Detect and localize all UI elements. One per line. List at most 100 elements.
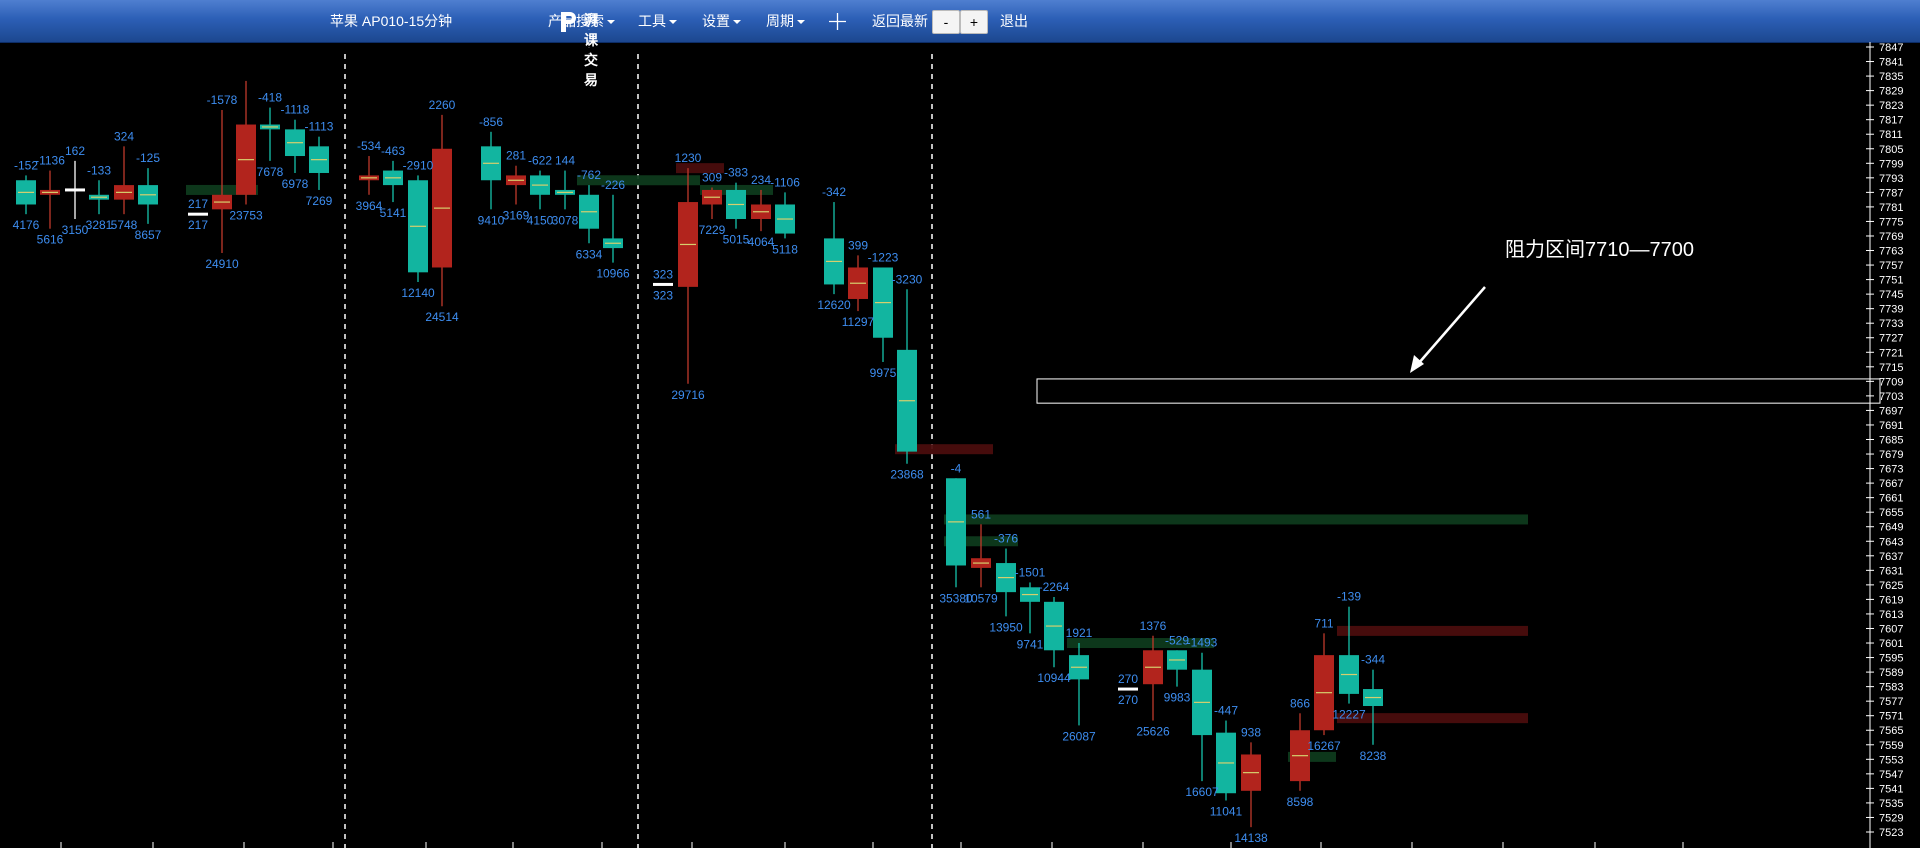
price-tick-label: 7679: [1879, 449, 1903, 461]
crosshair-icon[interactable]: [829, 13, 846, 30]
bar-label-bottom: 23753: [229, 208, 263, 222]
bar-label-top: -1136: [35, 154, 65, 168]
bar-label-top: 144: [555, 154, 575, 168]
time-axis-ticks: [60, 842, 1684, 848]
bar-label-top: -4: [951, 461, 962, 475]
bar-label-bottom: 12620: [817, 298, 851, 312]
bar-label-bottom: 11041: [1210, 805, 1243, 819]
bar-label-top: 938: [1241, 725, 1261, 739]
price-tick-label: 7613: [1879, 609, 1903, 621]
bar-label-top: -133: [87, 163, 111, 177]
bar-label-bottom: 16607: [1185, 785, 1219, 799]
bar-label-bottom: 10966: [596, 267, 630, 281]
price-tick-label: 7829: [1879, 86, 1903, 98]
price-tick-label: 7721: [1879, 347, 1903, 359]
bar-label-bottom: 5748: [111, 218, 138, 232]
bar-label-bottom: 6334: [576, 247, 603, 261]
menu-tools[interactable]: 工具: [638, 0, 677, 42]
back-latest-button[interactable]: 返回最新: [872, 0, 928, 42]
bar-label-bottom: 270: [1118, 693, 1138, 707]
bar-label-top: 217: [188, 197, 208, 211]
bar-label-bottom: 11297: [842, 315, 875, 329]
bar-label-bottom: 3281: [86, 218, 113, 232]
bar-label-bottom: 9410: [478, 213, 505, 227]
bar-label-bottom: 5141: [380, 206, 407, 220]
bar-label-bottom: 9975: [870, 366, 897, 380]
exit-button[interactable]: 退出: [1000, 0, 1028, 42]
bar-label-bottom: 13950: [989, 620, 1023, 634]
price-tick-label: 7553: [1879, 754, 1903, 766]
price-tick-label: 7631: [1879, 565, 1903, 577]
zoom-out-button[interactable]: -: [932, 10, 960, 34]
bar-label-bottom: 23868: [890, 468, 924, 482]
bar-label-bottom: 4064: [748, 235, 775, 249]
bar-label-bottom: 12140: [401, 286, 435, 300]
price-tick-label: 7751: [1879, 275, 1903, 287]
resistance-zone: 阻力区间7710—7700: [1036, 238, 1881, 404]
price-axis: 7847 7841 7835 7829 7823 7817 7811 7805 7799 7793…: [1866, 42, 1903, 848]
bar-label-top: 1921: [1066, 626, 1093, 640]
price-tick-label: 7523: [1879, 827, 1903, 839]
price-tick-label: 7841: [1879, 57, 1903, 69]
bar-label-bottom: 3964: [356, 199, 383, 213]
price-tick-label: 7727: [1879, 333, 1903, 345]
candlestick-chart[interactable]: -1524176-113656161623150-13332813245748-…: [0, 42, 1920, 848]
bar-label-top: -418: [258, 91, 282, 105]
price-tick-label: 7595: [1879, 653, 1903, 665]
price-tick-label: 7589: [1879, 667, 1903, 679]
volume-zone: [1337, 625, 1528, 636]
menu-product-search[interactable]: 产品搜索: [548, 0, 615, 42]
price-tick-label: 7625: [1879, 580, 1903, 592]
bar-label-bottom: 6978: [282, 177, 309, 191]
bar-label-top: -344: [1361, 653, 1385, 667]
bar-label-top: -383: [724, 166, 748, 180]
price-tick-label: 7529: [1879, 812, 1903, 824]
price-tick-label: 7571: [1879, 711, 1903, 723]
bar-label-top: 324: [114, 129, 134, 143]
bar-label-top: 1376: [1140, 619, 1167, 633]
price-tick-label: 7565: [1879, 725, 1903, 737]
annotation-text: 阻力区间7710—7700: [1505, 238, 1694, 261]
zoom-in-button[interactable]: +: [960, 10, 988, 34]
bar-label-top: -534: [357, 139, 381, 153]
price-tick-label: 7769: [1879, 231, 1903, 243]
bar-label-bottom: 24910: [205, 257, 239, 271]
bar-label-top: -342: [822, 185, 846, 199]
price-tick-label: 7673: [1879, 464, 1903, 476]
bar-label-bottom: 16267: [1307, 739, 1341, 753]
chevron-down-icon: [733, 20, 741, 25]
price-tick-label: 7655: [1879, 507, 1903, 519]
menu-settings[interactable]: 设置: [702, 0, 741, 42]
bar-label-bottom: 7269: [306, 194, 333, 208]
bar-label-top: -226: [601, 178, 625, 192]
bar-label-bottom: 3169: [503, 208, 530, 222]
bar-label-bottom: 5616: [37, 233, 64, 247]
bar-label-top: -762: [577, 168, 601, 182]
price-tick-label: 7805: [1879, 144, 1903, 156]
bar-label-bottom: 217: [188, 218, 208, 232]
price-tick-label: 7793: [1879, 173, 1903, 185]
bar-label-top: -1118: [281, 103, 310, 117]
annotation-arrow: [1417, 286, 1486, 365]
bar-label-top: 234: [751, 173, 771, 187]
price-tick-label: 7697: [1879, 405, 1903, 417]
price-tick-label: 7577: [1879, 696, 1903, 708]
bar-label-top: 2260: [429, 98, 456, 112]
menu-period[interactable]: 周期: [766, 0, 805, 42]
price-tick-label: 7763: [1879, 246, 1903, 258]
top-toolbar: 苹果 AP010-15分钟 湃课交易 · · · · · 产品搜索 工具 设置 …: [0, 0, 1920, 88]
price-tick-label: 7607: [1879, 623, 1903, 635]
bar-label-top: -1113: [305, 120, 334, 134]
bar-label-top: -2910: [403, 158, 434, 172]
price-tick-label: 7691: [1879, 420, 1903, 432]
bar-label-bottom: 10944: [1037, 671, 1071, 685]
bar-label-bottom: 9983: [1164, 691, 1191, 705]
bar-label-top: 1230: [675, 151, 702, 165]
bar-label-bottom: 4176: [13, 218, 40, 232]
price-tick-label: 7661: [1879, 493, 1903, 505]
bar-label-top: -447: [1214, 704, 1238, 718]
bar-label-top: -1223: [868, 250, 899, 264]
price-tick-label: 7739: [1879, 304, 1903, 316]
bar-label-top: 281: [506, 149, 526, 163]
bar-label-top: -622: [528, 154, 552, 168]
